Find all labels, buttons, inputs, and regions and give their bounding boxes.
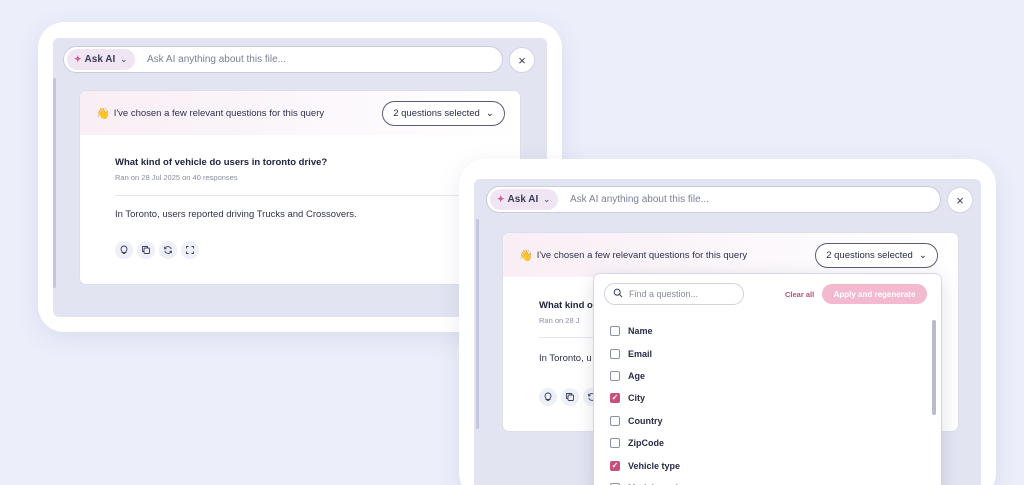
expand-icon[interactable] <box>181 241 199 259</box>
ask-ai-input[interactable] <box>147 54 448 65</box>
checkbox[interactable] <box>610 370 620 381</box>
result-message: I've chosen a few relevant questions for… <box>113 107 325 119</box>
ask-ai-bar[interactable]: ✦ Ask AI ⌄ <box>486 186 941 213</box>
result-header: 👋 I've chosen a few relevant questions f… <box>503 233 958 277</box>
question-option[interactable]: ✓ City <box>610 387 690 409</box>
result-card: 👋 I've chosen a few relevant questions f… <box>80 91 520 284</box>
close-icon: × <box>956 192 964 208</box>
question-option-label: Vehicle type <box>628 460 681 471</box>
ask-ai-label: Ask AI <box>507 194 539 205</box>
scrollbar[interactable] <box>53 78 56 288</box>
question-option[interactable]: Name <box>610 320 690 342</box>
answer-text: In Toronto, users reported driving Truck… <box>115 209 357 220</box>
question-title: What kind of vehicle do users in toronto… <box>115 157 328 168</box>
question-option-label: Email <box>628 348 653 359</box>
questions-selected-button[interactable]: 2 questions selected ⌄ <box>382 101 505 126</box>
chevron-down-icon: ⌄ <box>918 250 927 261</box>
ask-ai-input[interactable] <box>570 194 871 205</box>
checkbox[interactable] <box>610 326 620 337</box>
question-option[interactable]: ✓ Vehicle type <box>610 454 690 476</box>
ask-ai-dropdown[interactable]: ✦ Ask AI ⌄ <box>67 49 136 70</box>
question-meta: Ran on 28 J <box>539 316 580 325</box>
question-picker-dropdown: Clear all Apply and regenerate Name Email… <box>594 274 941 485</box>
question-option-label: Country <box>628 415 663 426</box>
question-title: What kind of <box>539 300 596 311</box>
sparkle-icon: ✦ <box>497 194 505 204</box>
wave-icon: 👋 <box>96 107 110 120</box>
answer-text: In Toronto, u <box>539 353 592 364</box>
question-option-label: Age <box>628 370 646 381</box>
question-option-label: Name <box>628 326 653 337</box>
checkbox-checked[interactable]: ✓ <box>610 460 620 471</box>
question-option[interactable]: Email <box>610 342 690 364</box>
chevron-down-icon: ⌄ <box>543 195 551 204</box>
chevron-down-icon: ⌄ <box>485 108 494 119</box>
question-meta: Ran on 28 Jul 2025 on 40 responses <box>115 173 238 182</box>
question-option-label: ZipCode <box>628 438 664 449</box>
action-row <box>115 241 199 259</box>
result-message: I've chosen a few relevant questions for… <box>536 249 748 261</box>
question-option[interactable]: Age <box>610 365 690 387</box>
dropdown-scrollbar[interactable] <box>932 320 936 415</box>
question-options-list: Name Email Age ✓ City Country ZipCode ✓ Vehicle … <box>610 320 690 485</box>
ask-ai-dropdown[interactable]: ✦ Ask AI ⌄ <box>490 189 559 210</box>
question-option[interactable]: Model number <box>610 477 690 485</box>
checkbox[interactable] <box>610 348 620 359</box>
question-option-label: City <box>628 393 646 404</box>
questions-selected-button[interactable]: 2 questions selected ⌄ <box>815 243 938 268</box>
divider <box>115 195 500 196</box>
refresh-icon[interactable] <box>159 241 177 259</box>
find-question-input[interactable] <box>629 289 737 299</box>
close-icon: × <box>518 52 526 68</box>
close-button[interactable]: × <box>947 187 973 213</box>
question-option[interactable]: ZipCode <box>610 432 690 454</box>
scrollbar[interactable] <box>476 219 479 429</box>
checkbox[interactable] <box>610 438 620 449</box>
result-header: 👋 I've chosen a few relevant questions f… <box>80 91 520 135</box>
clear-all-link[interactable]: Clear all <box>785 290 814 299</box>
find-question-search[interactable] <box>604 283 744 305</box>
search-icon <box>613 288 623 301</box>
apply-regenerate-button[interactable]: Apply and regenerate <box>822 284 927 304</box>
chevron-down-icon: ⌄ <box>120 55 128 64</box>
close-button[interactable]: × <box>509 47 535 73</box>
action-row <box>539 388 601 406</box>
wave-icon: 👋 <box>519 249 533 262</box>
questions-selected-label: 2 questions selected <box>393 108 480 119</box>
ask-ai-bar[interactable]: ✦ Ask AI ⌄ <box>63 46 503 73</box>
lightbulb-icon[interactable] <box>539 388 557 406</box>
question-option[interactable]: Country <box>610 410 690 432</box>
copy-icon[interactable] <box>561 388 579 406</box>
sparkle-icon: ✦ <box>74 54 82 64</box>
copy-icon[interactable] <box>137 241 155 259</box>
lightbulb-icon[interactable] <box>115 241 133 259</box>
ask-ai-label: Ask AI <box>84 54 116 65</box>
questions-selected-label: 2 questions selected <box>826 250 913 261</box>
checkbox-checked[interactable]: ✓ <box>610 393 620 404</box>
checkbox[interactable] <box>610 415 620 426</box>
